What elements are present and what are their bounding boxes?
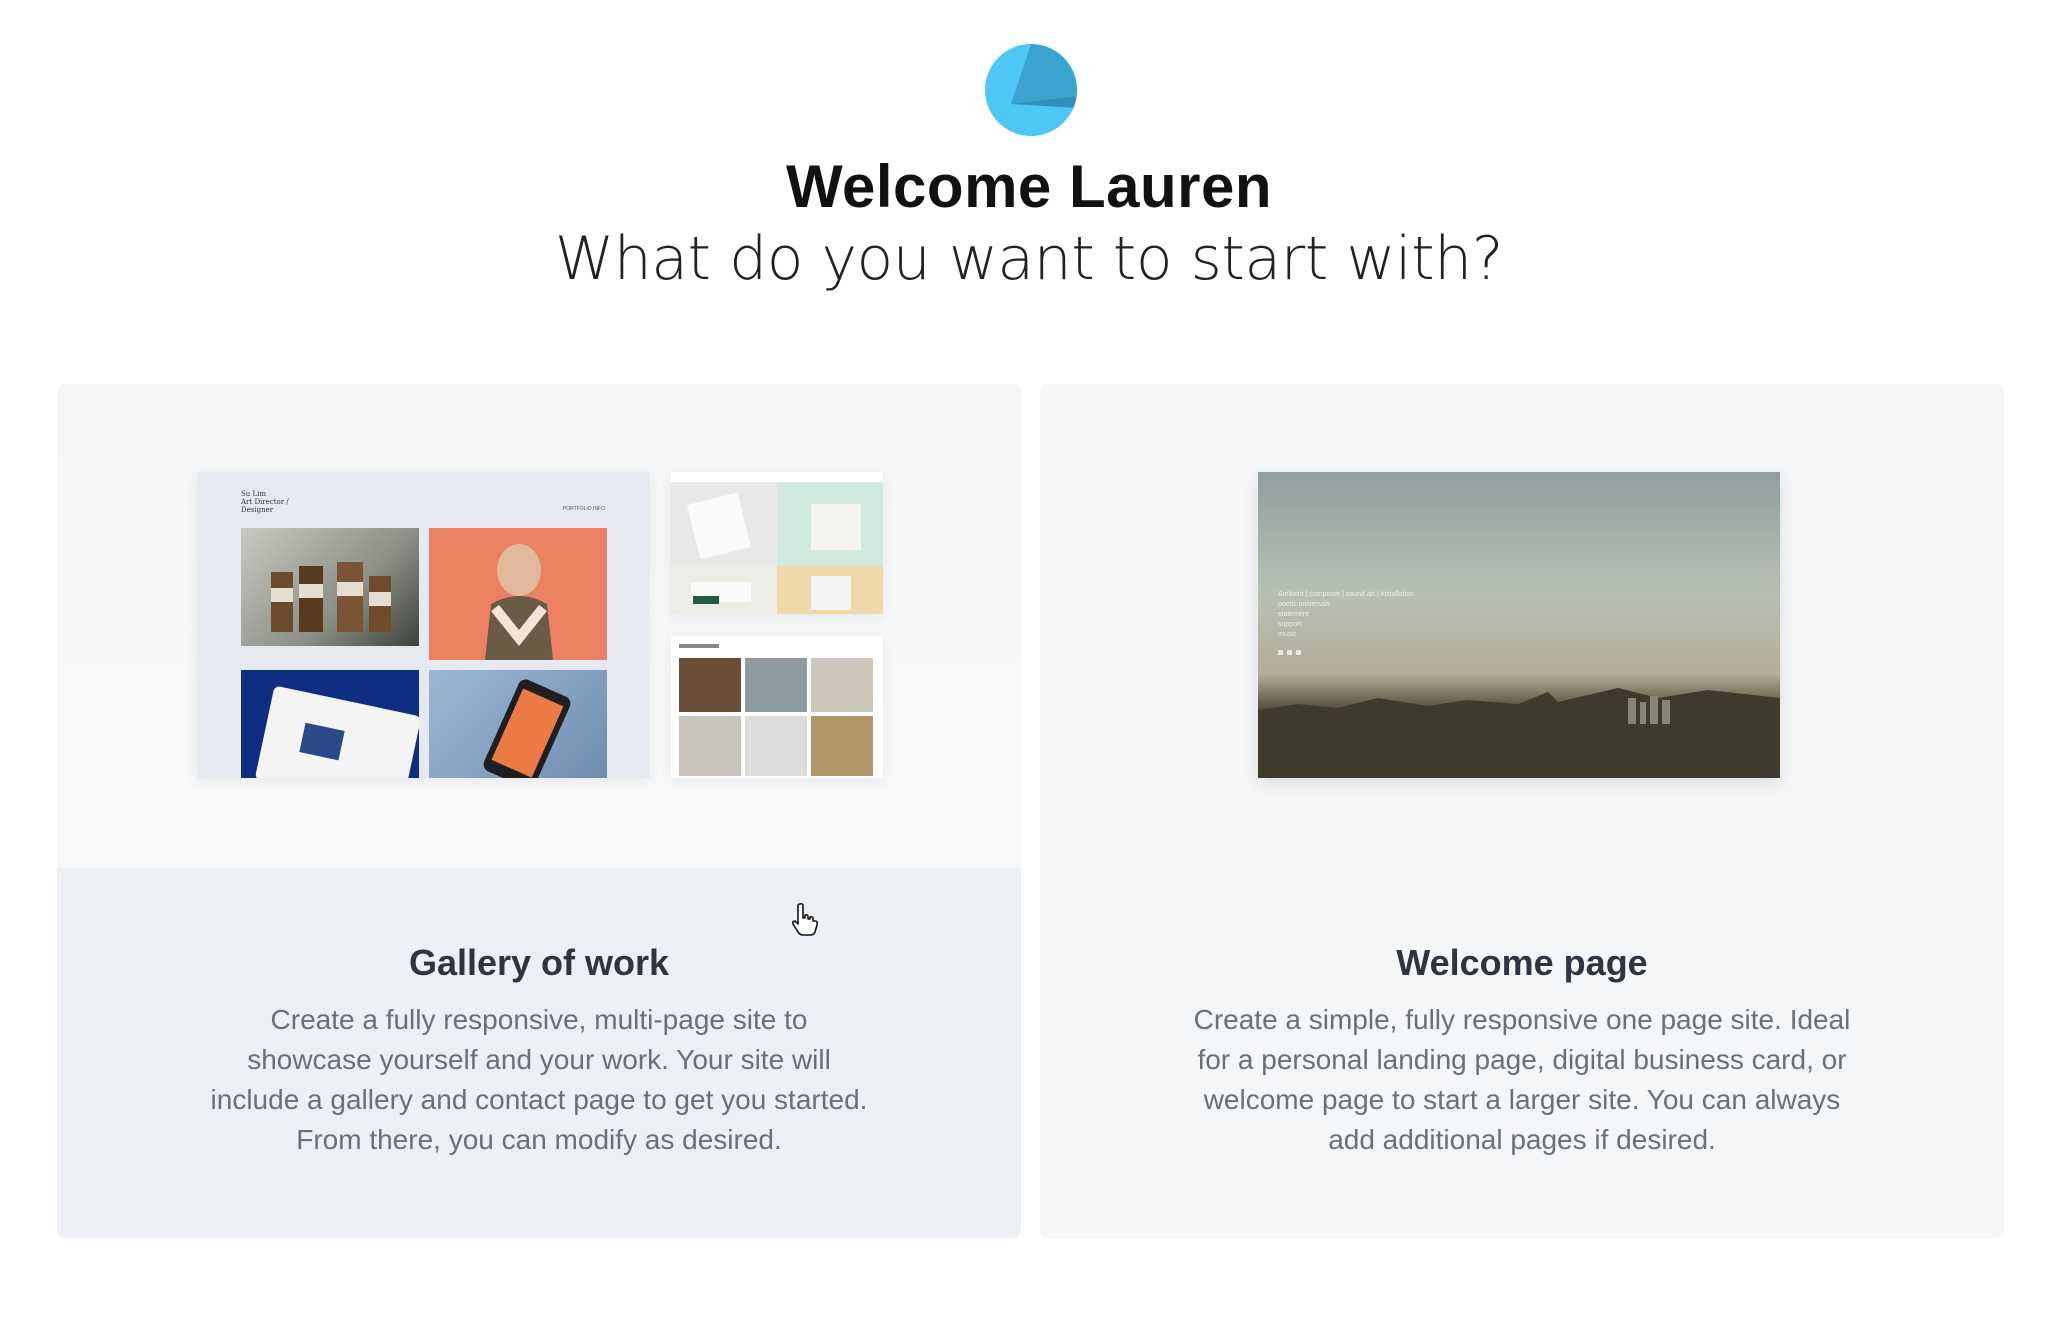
welcome-preview-social-icons [1278,650,1301,655]
welcome-page-card[interactable]: Ambient | composer | sound art | install… [1040,384,2004,1238]
hand-pointer-icon [791,902,819,936]
page-subtitle: What do you want to start with? [554,224,1504,294]
welcome-card-title: Welcome page [1396,942,1648,983]
welcome-preview-site: Ambient | composer | sound art | install… [1258,472,1780,778]
welcome-card-description: Create a simple, fully responsive one pa… [1193,1004,1851,1155]
portfolio-logo-icon [985,44,1077,136]
welcome-preview: Ambient | composer | sound art | install… [1040,384,2004,868]
gallery-card-description: Create a fully responsive, multi-page si… [210,1004,868,1155]
preview-site-name: Su Lim Art Director / Designer [241,490,289,514]
preview-tile-phone [429,670,607,778]
gallery-preview-photos [671,636,883,778]
welcome-screen: Welcome Lauren What do you want to start… [0,0,2058,1342]
preview-tile-products [241,528,419,646]
preview-site-nav: PORTFOLIO INFO [562,506,605,512]
gallery-card-title: Gallery of work [408,942,670,983]
gallery-preview-site: Su Lim Art Director / Designer PORTFOLIO… [197,472,649,778]
gallery-of-work-card[interactable]: Su Lim Art Director / Designer PORTFOLIO… [57,384,1021,1238]
gallery-preview-stationery [671,472,883,614]
page-title: Welcome Lauren [785,153,1273,220]
preview-tile-tablet [241,670,419,778]
gallery-preview: Su Lim Art Director / Designer PORTFOLIO… [57,384,1021,868]
preview-tile-portrait [429,528,607,660]
welcome-preview-text: Ambient | composer | sound art | install… [1278,591,1414,638]
